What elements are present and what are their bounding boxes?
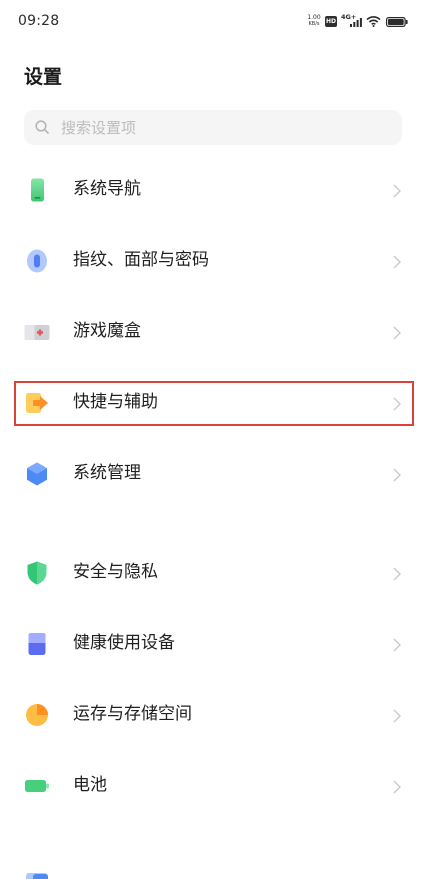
chevron-right-icon xyxy=(393,637,401,651)
chevron-right-icon xyxy=(393,467,401,481)
settings-item-label: 健康使用设备 xyxy=(73,633,175,653)
chevron-right-icon xyxy=(393,708,401,722)
system-management-icon xyxy=(24,461,50,487)
shield-icon xyxy=(24,560,50,586)
settings-group-1: 系统导航 指纹、面部与密码 游戏魔盒 快捷与辅助 系统管理 xyxy=(0,154,425,509)
settings-item-shortcut-assist[interactable]: 快捷与辅助 xyxy=(0,367,425,438)
wifi-icon xyxy=(366,16,381,27)
shortcut-assist-icon xyxy=(24,390,50,416)
net-speed-indicator: 1.00 KB/s xyxy=(305,14,323,27)
signal-bars-icon xyxy=(350,18,362,27)
chevron-right-icon xyxy=(393,183,401,197)
search-input[interactable] xyxy=(24,110,402,145)
settings-item-system-management[interactable]: 系统管理 xyxy=(0,438,425,509)
page-title: 设置 xyxy=(24,66,63,88)
chevron-right-icon xyxy=(393,779,401,793)
system-navigation-icon xyxy=(24,177,50,203)
chevron-right-icon xyxy=(393,325,401,339)
settings-item-security-privacy[interactable]: 安全与隐私 xyxy=(0,537,425,608)
settings-item-fingerprint-face-password[interactable]: 指纹、面部与密码 xyxy=(0,225,425,296)
settings-item-label: 指纹、面部与密码 xyxy=(73,250,209,270)
chevron-right-icon xyxy=(393,254,401,268)
settings-item-label: 游戏魔盒 xyxy=(73,321,141,341)
search-icon xyxy=(35,120,49,134)
settings-item-system-navigation[interactable]: 系统导航 xyxy=(0,154,425,225)
net-speed-value: 1.00 xyxy=(307,14,321,21)
settings-item-memory-storage[interactable]: 运存与存储空间 xyxy=(0,679,425,750)
battery-status-icon xyxy=(386,17,408,27)
settings-item-game-box[interactable]: 游戏魔盒 xyxy=(0,296,425,367)
settings-item-partial[interactable] xyxy=(0,849,425,879)
settings-item-label: 系统导航 xyxy=(73,179,141,199)
status-time: 09:28 xyxy=(18,13,60,29)
settings-item-label: 系统管理 xyxy=(73,463,141,483)
settings-item-battery[interactable]: 电池 xyxy=(0,750,425,821)
net-speed-unit: KB/s xyxy=(308,21,320,27)
hd-icon: HD xyxy=(325,16,337,27)
partial-settings-icon xyxy=(26,873,48,879)
settings-item-label: 快捷与辅助 xyxy=(73,392,158,412)
chevron-right-icon xyxy=(393,396,401,410)
chevron-right-icon xyxy=(393,566,401,580)
settings-item-label: 电池 xyxy=(73,775,107,795)
fingerprint-icon xyxy=(24,248,50,274)
game-box-icon xyxy=(24,319,50,345)
healthy-usage-icon xyxy=(24,631,50,657)
settings-item-healthy-usage[interactable]: 健康使用设备 xyxy=(0,608,425,679)
settings-group-2: 安全与隐私 健康使用设备 运存与存储空间 电池 xyxy=(0,537,425,821)
settings-item-label: 安全与隐私 xyxy=(73,562,158,582)
settings-item-label: 运存与存储空间 xyxy=(73,704,192,724)
storage-pie-icon xyxy=(24,702,50,728)
battery-icon xyxy=(24,773,50,799)
